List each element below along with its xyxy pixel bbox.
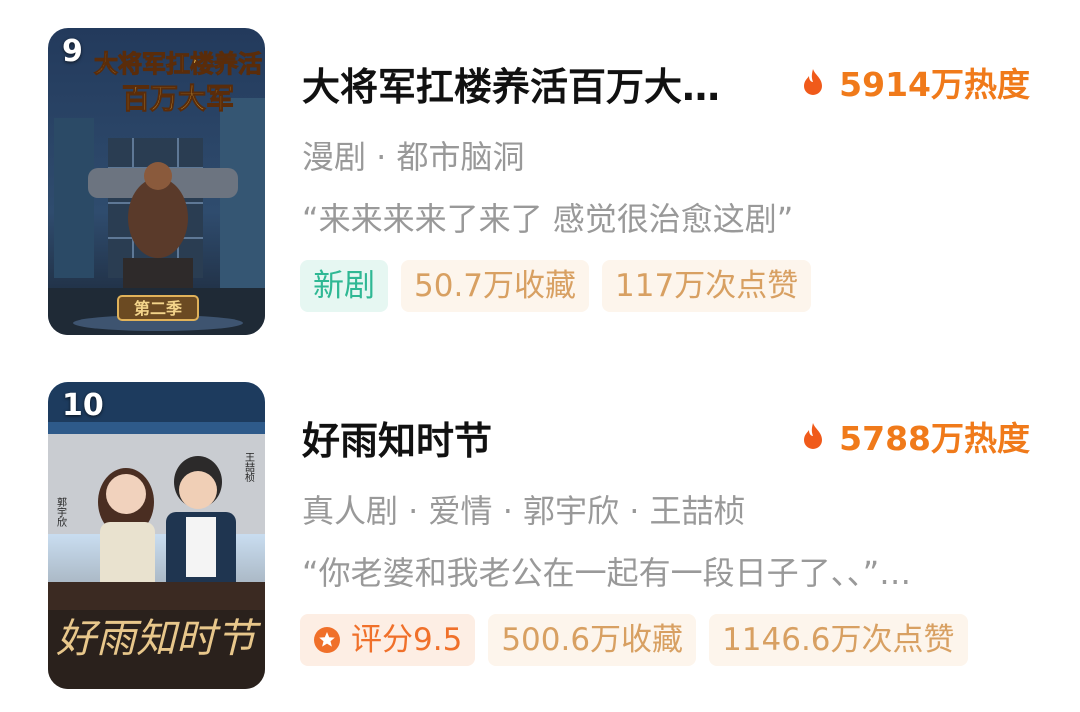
likes-count-tag: 1146.6万次点赞 (709, 614, 968, 666)
poster-artwork: 第二季 大将军扛楼养活 百万大军 (48, 28, 265, 335)
drama-title[interactable]: 大将军扛楼养活百万大… (302, 56, 772, 111)
drama-list-item[interactable]: 好雨知时节 郭宇欣 王喆桢 10 好雨知时节 5788万热度 真人剧 · 爱情 … (0, 380, 1080, 690)
drama-list-item[interactable]: 第二季 大将军扛楼养活 百万大军 9 大将军扛楼养活百万大… 5914万热度 漫… (0, 26, 1080, 336)
heat-value: 5914万热度 (839, 65, 1030, 104)
comment-quote: “你老婆和我老公在一起有一段日子了、、”… (302, 554, 912, 592)
rank-number: 9 (62, 34, 83, 69)
genre-meta: 真人剧 · 爱情 · 郭宇欣 · 王喆桢 (302, 492, 746, 530)
poster-artwork: 好雨知时节 郭宇欣 王喆桢 (48, 382, 265, 689)
poster-image[interactable]: 好雨知时节 郭宇欣 王喆桢 10 (48, 382, 265, 689)
poster-title: 好雨知时节 (56, 616, 262, 662)
tag-row: 评分9.5 500.6万收藏 1146.6万次点赞 (300, 614, 981, 666)
tag-row: 新剧 50.7万收藏 117万次点赞 (300, 260, 824, 312)
favorites-count-tag: 50.7万收藏 (401, 260, 590, 312)
rating-tag: 评分9.5 (300, 614, 476, 666)
favorites-count-tag: 500.6万收藏 (488, 614, 697, 666)
genre-meta: 漫剧 · 都市脑洞 (302, 138, 525, 176)
poster-image[interactable]: 第二季 大将军扛楼养活 百万大军 9 (48, 28, 265, 335)
poster-title-line1: 大将军扛楼养活 (94, 49, 262, 78)
poster-cast-right: 王喆桢 (243, 452, 255, 483)
new-drama-tag: 新剧 (300, 260, 388, 312)
rank-number: 10 (62, 388, 104, 423)
star-badge-icon (314, 627, 340, 653)
heat-value: 5788万热度 (839, 419, 1030, 458)
drama-title[interactable]: 好雨知时节 (302, 410, 772, 465)
heat-indicator: 5788万热度 (801, 412, 1030, 460)
rating-value: 评分9.5 (351, 622, 463, 658)
flame-icon (804, 69, 823, 95)
poster-cast-left: 郭宇欣 (55, 496, 67, 528)
heat-indicator: 5914万热度 (801, 58, 1030, 106)
poster-title-line2: 百万大军 (122, 82, 234, 115)
comment-quote: “来来来来了来了 感觉很治愈这剧” (302, 200, 794, 238)
poster-season-badge: 第二季 (134, 299, 183, 318)
likes-count-tag: 117万次点赞 (602, 260, 812, 312)
flame-icon (804, 423, 823, 449)
